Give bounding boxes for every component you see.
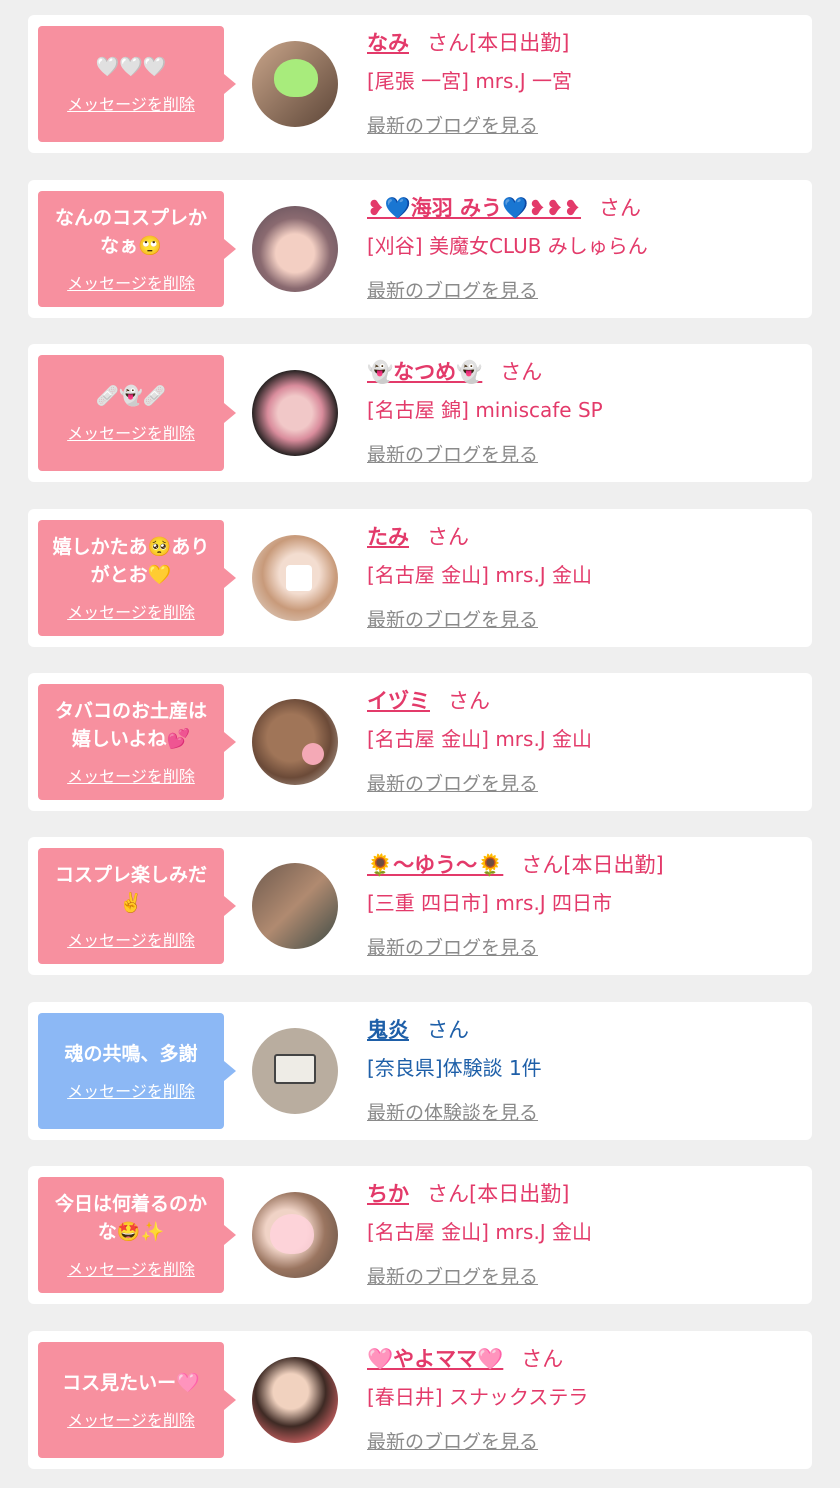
message-text: 嬉しかたあ🥺ありがとお💛 (52, 536, 210, 586)
message-bubble: タバコのお土産は嬉しいよね💕 メッセージを削除 (38, 684, 236, 800)
delete-message-link[interactable]: メッセージを削除 (67, 763, 195, 787)
message-bubble: 🩹👻🩹 メッセージを削除 (38, 355, 236, 471)
profile-name-link[interactable]: 🌻〜ゆう〜🌻 (367, 853, 503, 877)
message-bubble: コス見たいー🩷 メッセージを削除 (38, 1342, 236, 1458)
latest-review-link[interactable]: 最新の体験談を見る (367, 1098, 538, 1125)
shop-info: [三重 四日市] mrs.J 四日市 (367, 891, 613, 915)
delete-message-link[interactable]: メッセージを削除 (67, 91, 195, 115)
profile-name-link[interactable]: なみ (367, 31, 409, 55)
message-text: 魂の共鳴、多謝 (64, 1043, 198, 1065)
message-bubble: コスプレ楽しみだ✌️ メッセージを削除 (38, 848, 236, 964)
profile-name-link[interactable]: 🩷やよママ🩷 (367, 1347, 503, 1371)
honorific: さん (448, 689, 490, 713)
heart-sticker-icon (270, 1214, 314, 1254)
honorific: さん (599, 196, 641, 220)
avatar[interactable] (252, 535, 338, 621)
message-card: 魂の共鳴、多謝 メッセージを削除 鬼炎 さん [奈良県]体験談 1件 最新の体験談… (28, 1002, 812, 1140)
message-text: コスプレ楽しみだ✌️ (54, 864, 207, 914)
profile-info: イヅミ さん [名古屋 金山] mrs.J 金山 最新のブログを見る (367, 683, 802, 796)
message-card: 🤍🤍🤍 メッセージを削除 なみ さん[本日出勤] [尾張 一宮] mrs.J 一宮… (28, 15, 812, 153)
honorific: さん (521, 1347, 564, 1371)
profile-name-link[interactable]: イヅミ (367, 689, 430, 713)
message-text: なんのコスプレかなぁ🙄 (54, 207, 207, 257)
message-text: 🩹👻🩹 (95, 385, 167, 407)
honorific: さん (427, 525, 469, 549)
honorific: さん[本日出勤] (427, 1182, 570, 1206)
profile-name-link[interactable]: たみ (367, 525, 409, 549)
profile-name-link[interactable]: 👻なつめ👻 (367, 360, 482, 384)
delete-message-link[interactable]: メッセージを削除 (67, 420, 195, 444)
latest-blog-link[interactable]: 最新のブログを見る (367, 111, 538, 138)
message-text: コス見たいー🩷 (62, 1372, 200, 1394)
shop-info: [名古屋 金山] mrs.J 金山 (367, 727, 593, 751)
profile-name-link[interactable]: ちか (367, 1182, 409, 1206)
message-bubble: 魂の共鳴、多謝 メッセージを削除 (38, 1013, 236, 1129)
honorific: さん (427, 1018, 469, 1042)
avatar[interactable] (252, 370, 338, 456)
profile-name-link[interactable]: ❥💙海羽 みう💙❥❥❥ (367, 196, 581, 220)
profile-info: 鬼炎 さん [奈良県]体験談 1件 最新の体験談を見る (367, 1012, 802, 1125)
honorific: さん[本日出勤] (521, 853, 664, 877)
delete-message-link[interactable]: メッセージを削除 (67, 599, 195, 623)
message-card: 嬉しかたあ🥺ありがとお💛 メッセージを削除 たみ さん [名古屋 金山] mrs.… (28, 509, 812, 647)
avatar[interactable] (252, 206, 338, 292)
latest-blog-link[interactable]: 最新のブログを見る (367, 276, 538, 303)
avatar[interactable] (252, 863, 338, 949)
heart-sticker-icon (274, 59, 318, 97)
profile-info: ❥💙海羽 みう💙❥❥❥ さん [刈谷] 美魔女CLUB みしゅらん 最新のブログを… (367, 190, 802, 303)
clock-display-icon (274, 1054, 316, 1084)
shop-info: [刈谷] 美魔女CLUB みしゅらん (367, 234, 648, 258)
shop-info: [名古屋 金山] mrs.J 金山 (367, 1220, 593, 1244)
message-text: 🤍🤍🤍 (95, 56, 167, 78)
message-bubble: 今日は何着るのかな🤩✨ メッセージを削除 (38, 1177, 236, 1293)
latest-blog-link[interactable]: 最新のブログを見る (367, 1262, 538, 1289)
latest-blog-link[interactable]: 最新のブログを見る (367, 605, 538, 632)
latest-blog-link[interactable]: 最新のブログを見る (367, 1427, 538, 1454)
avatar[interactable] (252, 699, 338, 785)
avatar[interactable] (252, 1192, 338, 1278)
delete-message-link[interactable]: メッセージを削除 (67, 1407, 195, 1431)
honorific: さん (500, 360, 543, 384)
message-card: 今日は何着るのかな🤩✨ メッセージを削除 ちか さん[本日出勤] [名古屋 金山]… (28, 1166, 812, 1304)
latest-blog-link[interactable]: 最新のブログを見る (367, 769, 538, 796)
delete-message-link[interactable]: メッセージを削除 (67, 270, 195, 294)
delete-message-link[interactable]: メッセージを削除 (67, 927, 195, 951)
message-card: コスプレ楽しみだ✌️ メッセージを削除 🌻〜ゆう〜🌻 さん[本日出勤] [三重 四… (28, 837, 812, 975)
latest-blog-link[interactable]: 最新のブログを見る (367, 440, 538, 467)
profile-info: なみ さん[本日出勤] [尾張 一宮] mrs.J 一宮 最新のブログを見る (367, 25, 802, 138)
avatar[interactable] (252, 1357, 338, 1443)
message-text: 今日は何着るのかな🤩✨ (54, 1193, 207, 1243)
message-bubble: 嬉しかたあ🥺ありがとお💛 メッセージを削除 (38, 520, 236, 636)
profile-name-link[interactable]: 鬼炎 (367, 1018, 409, 1042)
latest-blog-link[interactable]: 最新のブログを見る (367, 933, 538, 960)
profile-info: 👻なつめ👻 さん [名古屋 錦] miniscafe SP 最新のブログを見る (367, 354, 802, 467)
flower-hairpin-icon (302, 743, 324, 765)
shop-info: [名古屋 錦] miniscafe SP (367, 398, 603, 422)
avatar[interactable] (252, 41, 338, 127)
shop-info: [尾張 一宮] mrs.J 一宮 (367, 69, 573, 93)
shop-info: [名古屋 金山] mrs.J 金山 (367, 563, 593, 587)
profile-info: たみ さん [名古屋 金山] mrs.J 金山 最新のブログを見る (367, 519, 802, 632)
message-card: タバコのお土産は嬉しいよね💕 メッセージを削除 イヅミ さん [名古屋 金山] m… (28, 673, 812, 811)
message-bubble: なんのコスプレかなぁ🙄 メッセージを削除 (38, 191, 236, 307)
profile-info: 🩷やよママ🩷 さん [春日井] スナックステラ 最新のブログを見る (367, 1341, 802, 1454)
avatar[interactable] (252, 1028, 338, 1114)
profile-info: ちか さん[本日出勤] [名古屋 金山] mrs.J 金山 最新のブログを見る (367, 1176, 802, 1289)
message-text: タバコのお土産は嬉しいよね💕 (54, 700, 207, 750)
profile-info: 🌻〜ゆう〜🌻 さん[本日出勤] [三重 四日市] mrs.J 四日市 最新のブログ… (367, 847, 802, 960)
message-card: コス見たいー🩷 メッセージを削除 🩷やよママ🩷 さん [春日井] スナックステラ … (28, 1331, 812, 1469)
shop-info: [春日井] スナックステラ (367, 1385, 589, 1409)
delete-message-link[interactable]: メッセージを削除 (67, 1078, 195, 1102)
delete-message-link[interactable]: メッセージを削除 (67, 1256, 195, 1280)
message-card: なんのコスプレかなぁ🙄 メッセージを削除 ❥💙海羽 みう💙❥❥❥ さん [刈谷] … (28, 180, 812, 318)
message-list: 🤍🤍🤍 メッセージを削除 なみ さん[本日出勤] [尾張 一宮] mrs.J 一宮… (0, 0, 840, 1488)
message-card: 🩹👻🩹 メッセージを削除 👻なつめ👻 さん [名古屋 錦] miniscafe S… (28, 344, 812, 482)
face-sticker-icon (286, 565, 312, 591)
message-bubble: 🤍🤍🤍 メッセージを削除 (38, 26, 236, 142)
honorific: さん[本日出勤] (427, 31, 570, 55)
shop-info: [奈良県]体験談 1件 (367, 1056, 542, 1080)
